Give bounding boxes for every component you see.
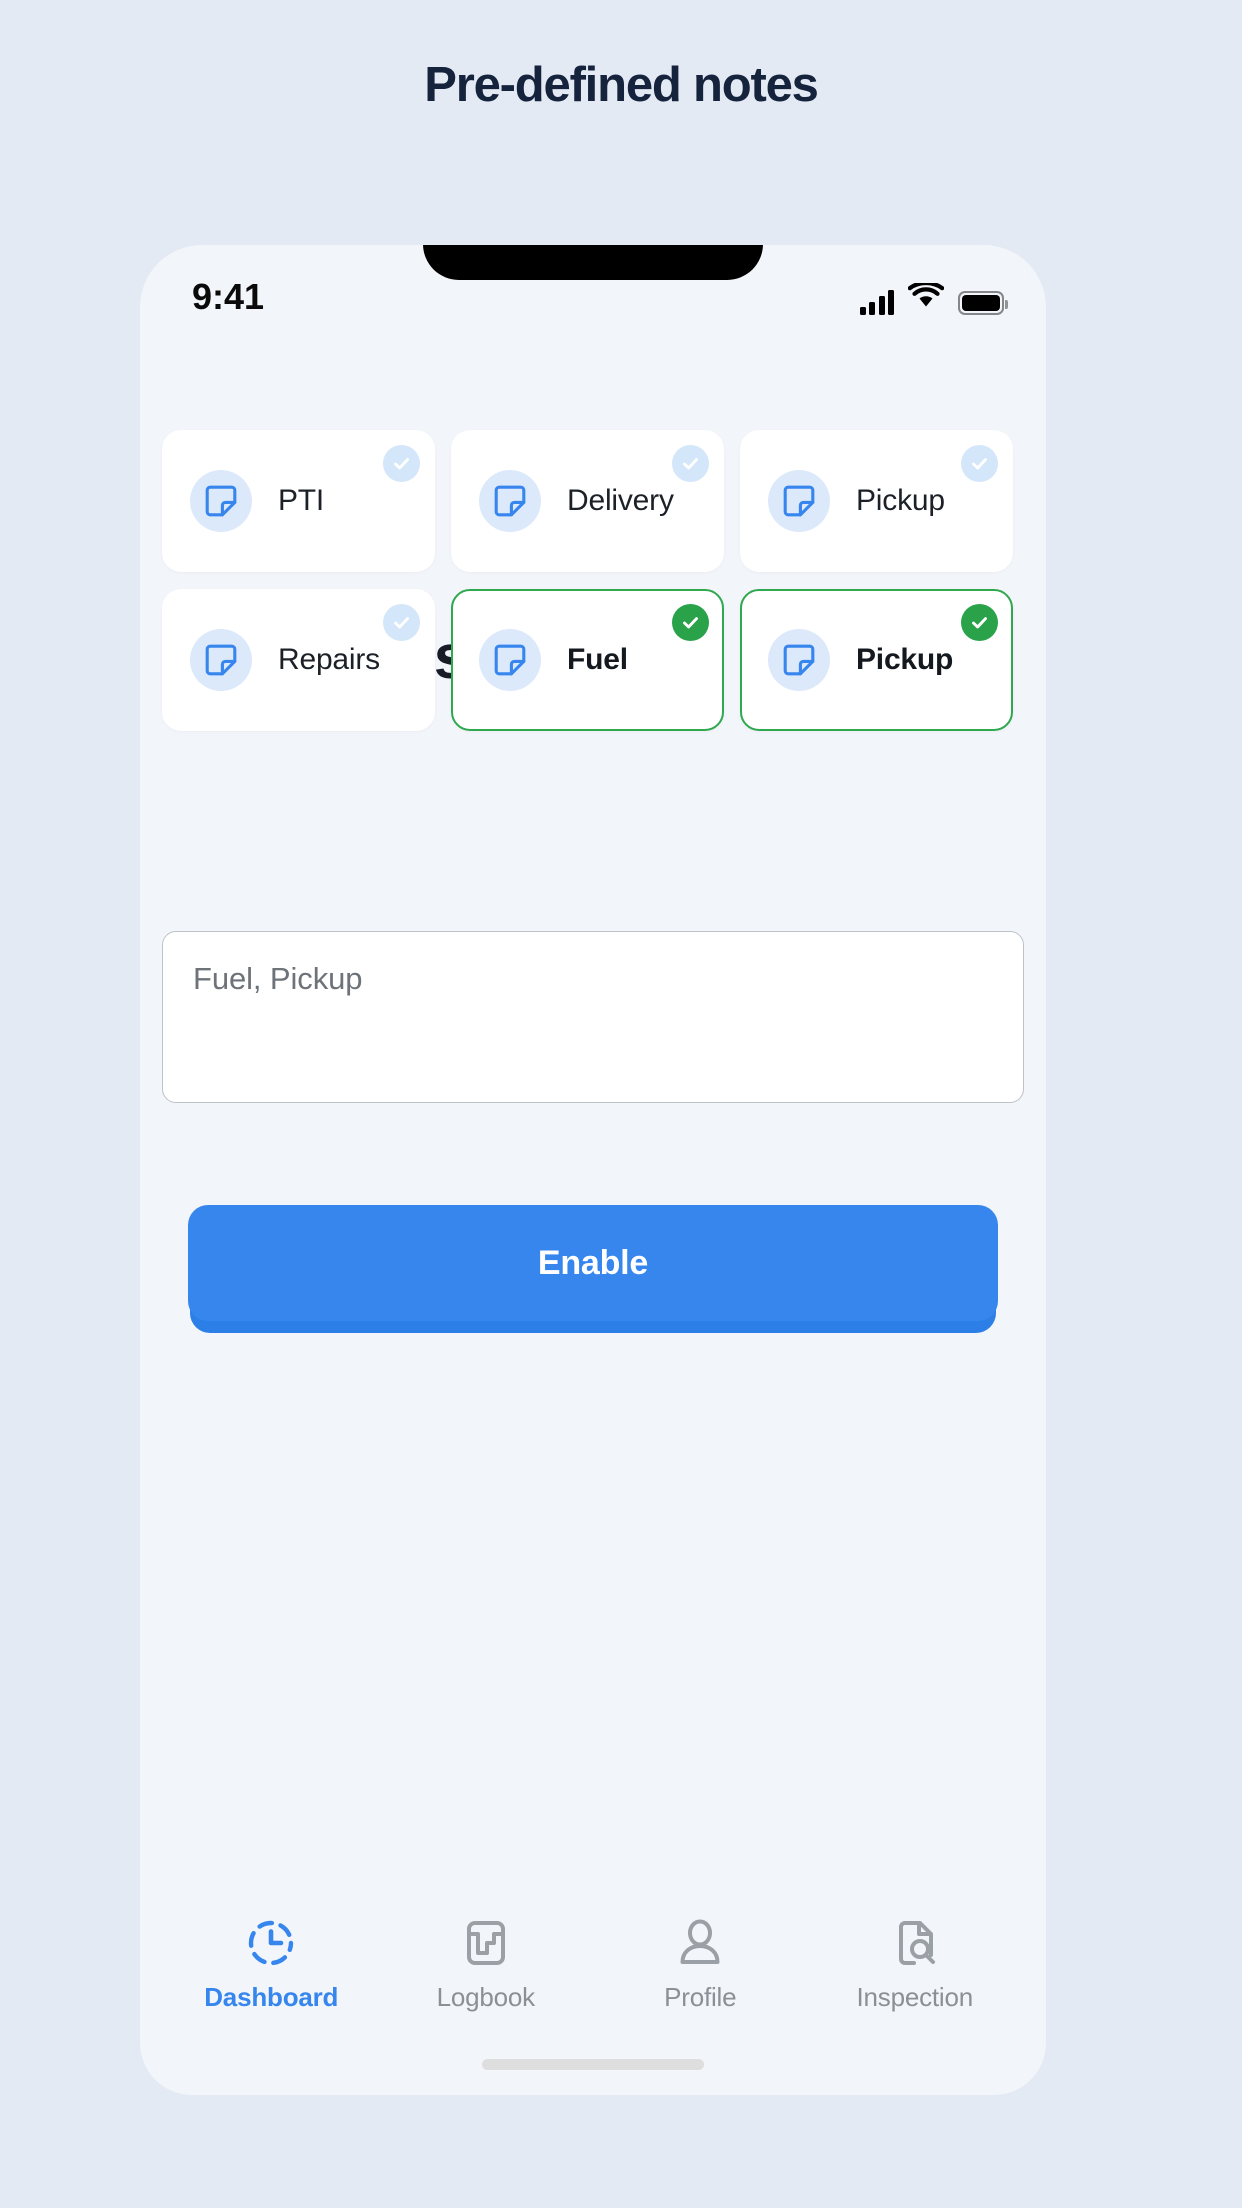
note-check-badge[interactable] bbox=[672, 445, 709, 482]
logbook-chart-icon bbox=[458, 1915, 514, 1971]
note-icon-svg bbox=[205, 644, 237, 676]
note-card-label: PTI bbox=[278, 484, 325, 517]
note-icon bbox=[768, 470, 830, 532]
note-card[interactable]: Pickup bbox=[740, 589, 1013, 731]
phone-frame: 9:41 Add Notes PTIDeliveryPickup bbox=[140, 245, 1046, 2095]
battery-full-icon bbox=[958, 291, 1008, 315]
nav-item-profile[interactable]: Profile bbox=[610, 1915, 790, 2013]
check-icon-svg bbox=[683, 458, 698, 470]
nav-item-inspection[interactable]: Inspection bbox=[825, 1915, 1005, 2013]
enable-button[interactable]: Enable bbox=[188, 1205, 998, 1321]
notes-textarea-value: Fuel, Pickup bbox=[193, 961, 363, 996]
note-card-label: Pickup bbox=[856, 643, 954, 676]
note-card[interactable]: Repairs bbox=[162, 589, 435, 731]
note-card[interactable]: PTI bbox=[162, 430, 435, 572]
note-icon-svg bbox=[205, 485, 237, 517]
clock-dashed-icon bbox=[243, 1915, 299, 1971]
cellular-bars-icon bbox=[859, 289, 894, 315]
check-icon-svg bbox=[683, 617, 698, 629]
nav-item-label: Inspection bbox=[856, 1982, 974, 2012]
status-bar: 9:41 bbox=[140, 245, 1046, 353]
note-check-badge[interactable] bbox=[383, 604, 420, 641]
note-check-badge[interactable] bbox=[961, 604, 998, 641]
check-icon-svg bbox=[972, 458, 987, 470]
note-card-label: Delivery bbox=[567, 484, 674, 517]
note-check-badge[interactable] bbox=[383, 445, 420, 482]
home-indicator bbox=[482, 2059, 704, 2070]
note-check-badge[interactable] bbox=[672, 604, 709, 641]
notes-grid: PTI Delivery Pickup Repairs Fuel Pickup bbox=[162, 430, 1024, 731]
check-icon-svg bbox=[972, 617, 987, 629]
nav-item-label: Logbook bbox=[436, 1982, 536, 2012]
status-bar-icons bbox=[859, 279, 1008, 315]
note-icon bbox=[479, 470, 541, 532]
page-title: Pre-defined notes bbox=[424, 58, 819, 112]
note-card-label: Repairs bbox=[278, 643, 380, 676]
status-bar-time: 9:41 bbox=[192, 276, 265, 317]
nav-item-label: Dashboard bbox=[204, 1982, 339, 2012]
note-icon-svg bbox=[783, 485, 815, 517]
nav-item-dashboard[interactable]: Dashboard bbox=[181, 1915, 361, 2013]
note-card[interactable]: Delivery bbox=[451, 430, 724, 572]
note-icon bbox=[190, 629, 252, 691]
document-search-icon bbox=[887, 1915, 943, 1971]
note-icon-svg bbox=[494, 644, 526, 676]
wifi-icon bbox=[907, 280, 945, 315]
note-icon bbox=[768, 629, 830, 691]
bottom-navigation: Dashboard Logbook Profile Inspection bbox=[140, 1915, 1046, 2013]
note-icon-svg bbox=[783, 644, 815, 676]
check-icon-svg bbox=[394, 617, 409, 629]
note-card-label: Fuel bbox=[567, 643, 628, 676]
notes-textarea[interactable]: Fuel, Pickup bbox=[162, 931, 1024, 1103]
note-card[interactable]: Fuel bbox=[451, 589, 724, 731]
note-card[interactable]: Pickup bbox=[740, 430, 1013, 572]
note-check-badge[interactable] bbox=[961, 445, 998, 482]
nav-item-logbook[interactable]: Logbook bbox=[396, 1915, 576, 2013]
note-card-label: Pickup bbox=[856, 484, 945, 517]
primary-action-wrap: Enable bbox=[188, 1205, 998, 1333]
note-icon bbox=[479, 629, 541, 691]
note-icon bbox=[190, 470, 252, 532]
person-icon bbox=[672, 1915, 728, 1971]
check-icon-svg bbox=[394, 458, 409, 470]
nav-item-label: Profile bbox=[664, 1982, 737, 2012]
note-icon-svg bbox=[494, 485, 526, 517]
